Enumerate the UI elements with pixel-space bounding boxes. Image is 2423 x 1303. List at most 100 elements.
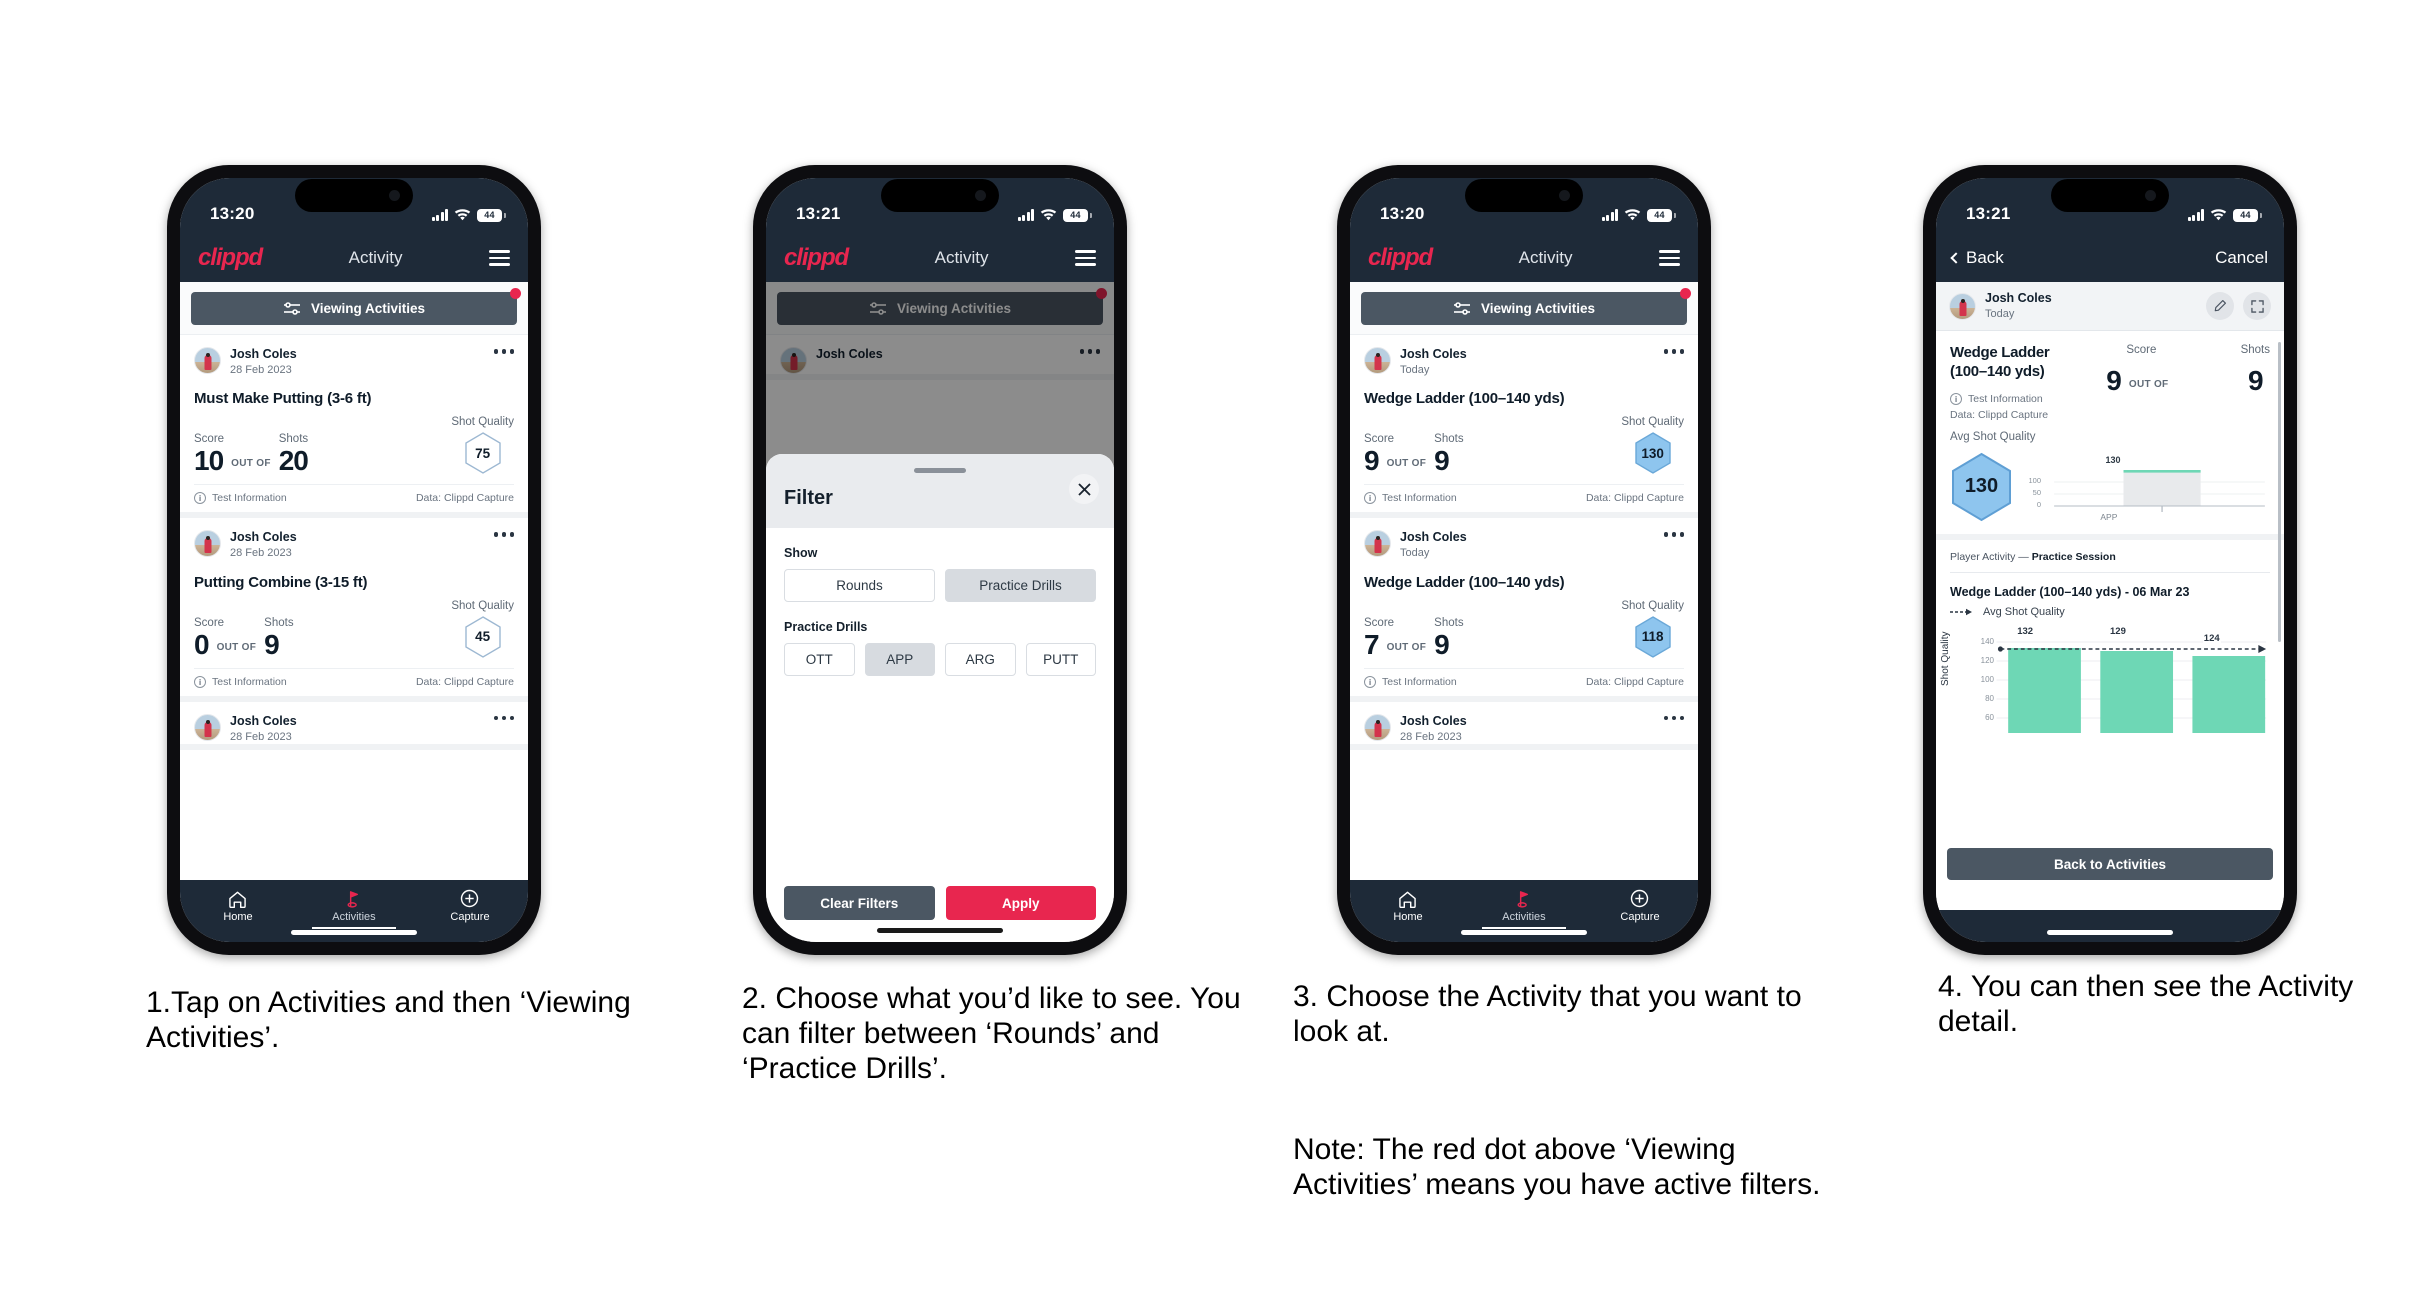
- shots-label: Shots: [264, 616, 294, 629]
- nav-item-capture[interactable]: Capture: [1583, 889, 1698, 923]
- shots-value: 20: [278, 445, 309, 477]
- detail-summary: Wedge Ladder (100–140 yds) i Test Inform…: [1936, 331, 2284, 431]
- viewing-activities-button[interactable]: Viewing Activities: [1361, 292, 1687, 325]
- score-value: 7: [1364, 628, 1380, 660]
- nav-item-home[interactable]: Home: [181, 890, 296, 923]
- activity-list-dimmed: Viewing Activities Josh Coles Filter Sho…: [766, 282, 1114, 942]
- pencil-icon[interactable]: [2206, 292, 2234, 321]
- score-label: Score: [194, 616, 225, 629]
- caption-3-note: Note: The red dot above ‘Viewing Activit…: [1293, 1133, 1821, 1201]
- shot-quality-hexagon: 75: [463, 431, 503, 475]
- test-information-label: Test Information: [212, 675, 287, 688]
- data-source-label: Data: Clippd Capture: [1950, 408, 2049, 421]
- card-header: Josh Coles 28 Feb 2023: [194, 530, 514, 560]
- chip-putt[interactable]: PUTT: [1025, 643, 1096, 676]
- activity-card[interactable]: Josh Coles 28 Feb 2023: [180, 702, 528, 751]
- hamburger-icon[interactable]: [1074, 250, 1096, 266]
- home-icon: [229, 891, 247, 908]
- avatar: [1949, 292, 1976, 320]
- activity-detail: Josh Coles Today Wedge Ladder (100–140 y…: [1936, 282, 2284, 910]
- sliders-icon: [1453, 301, 1470, 315]
- clear-filters-button[interactable]: Clear Filters: [784, 886, 935, 920]
- phone-1-screen: 13:20 44 clippd Activity Viewing Activit…: [180, 178, 528, 942]
- chip-ott[interactable]: OTT: [784, 643, 855, 676]
- activity-card[interactable]: Josh Coles Today Wedge Ladder (100–140 y…: [1350, 335, 1698, 519]
- nav-item-activities[interactable]: Activities: [1467, 890, 1582, 929]
- battery-icon: 44: [1063, 208, 1092, 222]
- nav-item-activities[interactable]: Activities: [297, 890, 412, 929]
- battery-icon: 44: [2233, 208, 2262, 222]
- phone-2-screen: 13:21 44 clippd Activity Viewing Activit…: [766, 178, 1114, 942]
- shots-label: Shots: [278, 433, 309, 446]
- show-section-label: Show: [784, 546, 818, 560]
- chart-ytick-100: 100: [1980, 674, 1994, 684]
- back-to-activities-button[interactable]: Back to Activities: [1947, 848, 2273, 880]
- activity-card[interactable]: Josh Coles 28 Feb 2023 Putting Combine (…: [180, 518, 528, 702]
- shots-metric: Shots 20: [278, 433, 309, 477]
- more-options-icon[interactable]: [1663, 532, 1684, 537]
- player-activity-value: Practice Session: [2031, 550, 2116, 563]
- score-metric: Score 10 OUT OF: [194, 433, 279, 475]
- avg-shot-quality-section: 130 100 50 0 130 APP: [1936, 446, 2284, 540]
- chip-arg[interactable]: ARG: [945, 643, 1016, 676]
- cancel-button[interactable]: Cancel: [2215, 248, 2268, 268]
- shots-value: 9: [264, 628, 280, 660]
- chip-rounds[interactable]: Rounds: [784, 569, 935, 602]
- shot-quality-label: Shot Quality: [1621, 416, 1684, 429]
- expand-icon[interactable]: [2243, 292, 2271, 321]
- shot-quality-session-chart: 140 120 100 80 60 Shot Quality 132 129 1…: [1940, 625, 2270, 733]
- activity-card[interactable]: Josh Coles Today Wedge Ladder (100–140 y…: [1350, 518, 1698, 702]
- activity-card[interactable]: Josh Coles 28 Feb 2023: [1350, 702, 1698, 751]
- viewing-activities-button[interactable]: Viewing Activities: [191, 292, 517, 325]
- card-footer: i Test Information Data: Clippd Capture: [1364, 667, 1684, 696]
- data-source-label: Data: Clippd Capture: [415, 492, 514, 505]
- home-indicator: [2047, 930, 2173, 935]
- back-button[interactable]: Back: [1950, 248, 2004, 268]
- activity-title: Must Make Putting (3-6 ft): [194, 390, 372, 408]
- card-header: Josh Coles Today: [1364, 530, 1684, 560]
- avatar: [194, 713, 221, 741]
- chart-data-label-2: 129: [2110, 625, 2126, 637]
- cellular-signal-icon: [2187, 209, 2204, 221]
- close-icon[interactable]: [1069, 474, 1099, 504]
- hamburger-icon[interactable]: [1658, 250, 1680, 266]
- dashed-legend-icon: [1950, 608, 1972, 616]
- shot-quality-metric: Shot Quality 130: [1621, 416, 1684, 475]
- nav-item-capture[interactable]: Capture: [413, 889, 528, 923]
- scrollbar[interactable]: [2278, 342, 2281, 642]
- activity-list: Viewing Activities Josh Coles Today Wedg…: [1350, 282, 1698, 880]
- data-source-label: Data: Clippd Capture: [1585, 675, 1684, 688]
- dynamic-island: [1465, 179, 1583, 212]
- phone-4-frame: 13:21 44 Back Cancel Josh Coles Today We…: [1923, 165, 2297, 955]
- nav-item-home[interactable]: Home: [1351, 890, 1466, 923]
- user-name: Josh Coles: [230, 530, 297, 545]
- data-source-label: Data: Clippd Capture: [1585, 492, 1684, 505]
- home-icon: [1399, 891, 1417, 908]
- wifi-icon: [454, 208, 471, 220]
- more-options-icon[interactable]: [493, 349, 514, 354]
- active-filter-badge: [510, 288, 521, 299]
- apply-button[interactable]: Apply: [945, 886, 1096, 920]
- chip-app[interactable]: APP: [864, 643, 935, 676]
- legend-label: Avg Shot Quality: [1983, 605, 2065, 618]
- activity-date: 28 Feb 2023: [230, 730, 292, 743]
- page-title: Activity: [934, 248, 989, 267]
- more-options-icon[interactable]: [493, 532, 514, 537]
- practice-drills-section-label: Practice Drills: [784, 620, 868, 634]
- hamburger-icon[interactable]: [488, 250, 510, 266]
- phone-2-frame: 13:21 44 clippd Activity Viewing Activit…: [753, 165, 1127, 955]
- activity-title: Putting Combine (3-15 ft): [194, 573, 368, 591]
- caption-1: 1.Tap on Activities and then ‘Viewing Ac…: [146, 986, 631, 1054]
- more-options-icon[interactable]: [493, 715, 514, 721]
- more-options-icon[interactable]: [1663, 349, 1684, 354]
- activity-date: 28 Feb 2023: [230, 363, 292, 376]
- activity-card[interactable]: Josh Coles 28 Feb 2023 Must Make Putting…: [180, 335, 528, 519]
- phone-1-frame: 13:20 44 clippd Activity Viewing Activit…: [167, 165, 541, 955]
- shot-quality-hexagon: 45: [463, 615, 503, 659]
- activity-date: Today: [1400, 363, 1430, 376]
- more-options-icon[interactable]: [1663, 715, 1684, 721]
- chip-practice-drills[interactable]: Practice Drills: [945, 569, 1096, 602]
- sheet-grabber[interactable]: [914, 468, 966, 473]
- filter-sheet: Filter Show Rounds Practice Drills Pract…: [766, 454, 1114, 942]
- test-information-label: Test Information: [1382, 492, 1457, 505]
